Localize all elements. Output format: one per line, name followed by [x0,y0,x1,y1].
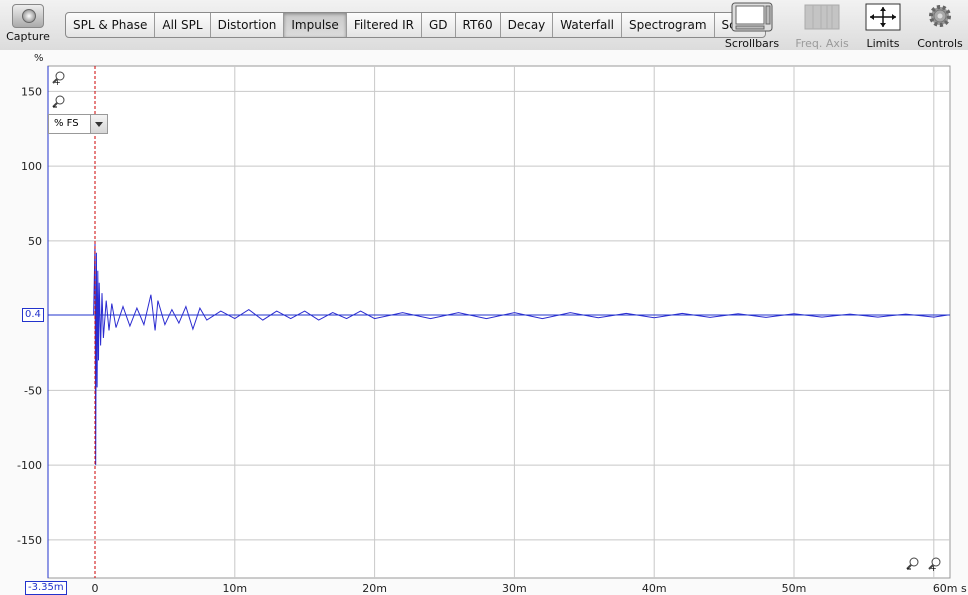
y-unit-label: % [34,53,44,64]
x-zoom-out-button[interactable] [906,557,920,571]
x-tick-label: 0 [92,582,99,595]
impulse-chart[interactable]: 150 100 50 -50 -100 -150 0 10m 20m 30m 40m 50m 60m … [0,0,968,595]
x-tick-label: 30m [502,582,527,595]
x-tick-label: 50m [782,582,807,595]
y-tick-label: -100 [17,459,42,472]
chevron-down-icon[interactable] [90,115,107,133]
cursor-x-readout: -3.35m [25,581,67,595]
y-tick-label: -150 [17,534,42,547]
x-zoom-in-button[interactable]: + [928,557,942,571]
unit-selector-value: % FS [54,118,79,129]
zoom-in-icon: + [928,557,941,571]
zoom-out-icon [906,557,919,570]
unit-selector[interactable]: % FS [48,114,108,134]
x-tick-label: 10m [222,582,247,595]
y-tick-label: 150 [21,85,42,98]
svg-text:+: + [930,564,937,571]
svg-text:+: + [54,78,61,85]
zoom-out-icon [52,95,65,108]
y-zoom-out-button[interactable] [52,95,66,109]
y-tick-label: -50 [24,384,42,397]
y-zoom-in-button[interactable]: + [52,71,66,85]
x-tick-label: 20m [362,582,387,595]
y-tick-label: 100 [21,160,42,173]
cursor-y-readout: 0.4 [22,308,44,322]
zoom-in-icon: + [52,71,65,85]
plot-frame [47,65,951,579]
y-tick-label: 50 [28,235,42,248]
x-tick-label: 60m s [933,582,967,595]
x-tick-label: 40m [642,582,667,595]
